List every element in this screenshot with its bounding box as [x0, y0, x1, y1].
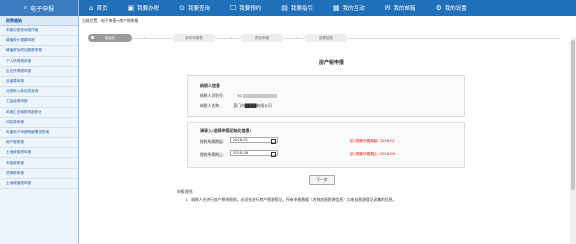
home-icon: ⌂	[89, 4, 94, 12]
sidebar-header: ⌕ 电子申报	[0, 0, 78, 16]
taxpayer-name-row: 纳税人名称: 厦门市████有限公司	[200, 103, 272, 109]
search-icon[interactable]: ⌕	[24, 4, 27, 12]
nav-item[interactable]: ✉ 我的邮箱	[375, 4, 426, 12]
start-period-value: 2018-01	[233, 138, 249, 142]
sidebar-item[interactable]: 房产税申报	[0, 138, 78, 149]
nav-item[interactable]: ▤ 我要指引	[271, 4, 323, 12]
top-nav: ⌂ 首页 ▣ 我要办税 ⊙ 我要查询 ☐ 我要预约 ▤ 我要指引 ▦ 我的互动 ✉ 我的邮箱 ⚙ 我的设置	[79, 0, 576, 16]
init-info-box: 请录入:选择申报初始化信息: 税款所属期起: 2018-01 如: 税款所属期起…	[187, 122, 465, 168]
query-icon: ⊙	[179, 4, 185, 12]
mail-icon: ✉	[384, 4, 391, 12]
form-title: 房产税申报	[319, 60, 345, 66]
appointment-icon: ☐	[230, 4, 237, 12]
sidebar-item[interactable]: 资源税申报	[0, 169, 78, 179]
sidebar-item[interactable]: 土地使用税申报	[0, 148, 78, 159]
sidebar-item[interactable]: 企业所得税申报	[0, 67, 78, 77]
end-period-label: 税款所属期止:	[200, 152, 225, 157]
step-preview: 预览申报	[240, 34, 284, 42]
interaction-icon: ▦	[332, 4, 340, 12]
taxpayer-info-box: 纳税人信息 纳税人识别号: 91 纳税人名称: 厦门市████有限公司	[187, 75, 465, 117]
guide-icon: ▤	[281, 4, 288, 12]
taxpayer-name-value: 厦门市████有限公司	[233, 103, 272, 108]
calendar-icon[interactable]	[271, 139, 276, 144]
step-arrow-icon: ›	[230, 35, 232, 41]
init-header: 请录入:选择申报初始化信息:	[200, 128, 252, 133]
taxpayer-id-label: 纳税人识别号:	[200, 93, 225, 98]
step-arrow-icon: ›	[144, 35, 146, 41]
taxpayer-id-value: 91	[237, 93, 243, 98]
redacted-block	[243, 94, 278, 98]
nav-label: 我要指引	[290, 6, 313, 12]
nav-label: 我要预约	[239, 6, 262, 12]
end-period-value: 2018-06	[233, 151, 249, 155]
sidebar-item[interactable]: 工会经费申报	[0, 97, 78, 108]
step-fill: 填写申报表	[172, 34, 216, 42]
nav-label: 我要办税	[137, 6, 160, 12]
notes-title: 申报说明:	[177, 189, 194, 194]
sidebar-item[interactable]: 年度汇总纳税申报统计	[0, 108, 78, 118]
scrollbar-thumb[interactable]	[571, 40, 575, 190]
calendar-icon[interactable]	[271, 152, 276, 157]
sidebar-item[interactable]: 分税种入库信息查询	[0, 87, 78, 98]
end-period-input[interactable]: 2018-06	[230, 150, 278, 157]
sidebar-item[interactable]: 年度电子申报明细情况查询	[0, 128, 78, 139]
sidebar-item[interactable]: 增值税及附加税费申报	[0, 46, 78, 57]
notes-line: 1、纳税人在进行房产税申报前，必须先进行房产税源登记。所有申报数据（名称房屋税源…	[185, 197, 397, 202]
sidebar-item[interactable]: 社保费申报	[0, 77, 78, 88]
sidebar-item[interactable]: 申报记录查询或作废	[0, 26, 78, 37]
taxpayer-name-label: 纳税人名称:	[200, 103, 221, 108]
nav-label: 首页	[96, 6, 108, 12]
nav-item[interactable]: ⊙ 我要查询	[169, 4, 220, 12]
tax-icon: ▣	[127, 4, 135, 12]
nav-item[interactable]: ⚙ 我的设置	[425, 4, 476, 12]
end-period-hint: 如: 税款所属期止: 2018-06	[350, 152, 395, 156]
nav-label: 我的设置	[444, 6, 467, 12]
next-step-button[interactable]: 下一步	[309, 175, 335, 185]
taxpayer-id-row: 纳税人识别号: 91	[200, 93, 278, 99]
sidebar-item[interactable]: 印花税申报	[0, 118, 78, 128]
nav-label: 我的互动	[342, 6, 365, 12]
nav-label: 我的邮箱	[393, 6, 416, 12]
start-period-input[interactable]: 2018-01	[230, 137, 278, 144]
sidebar: ⌕ 电子申报 税费缴纳 申报记录查询或作废 增值税小规模申报 增值税及附加税费申报个…	[0, 0, 79, 244]
step-progress: 初始化 › 填写申报表 › 预览申报 › 查看回执	[88, 34, 560, 42]
nav-item[interactable]: ▣ 我要办税	[117, 4, 169, 12]
sidebar-items: 申报记录查询或作废 增值税小规模申报 增值税及附加税费申报 个人所得税申报 企业所得税申…	[0, 26, 78, 189]
sidebar-item[interactable]: 车船税申报	[0, 158, 78, 169]
start-period-label: 税款所属期起:	[200, 139, 225, 144]
sidebar-item[interactable]: 土地增值税申报	[0, 179, 78, 189]
settings-icon: ⚙	[435, 4, 442, 12]
nav-item[interactable]: ⌂ 首页	[79, 4, 117, 12]
taxpayer-header: 纳税人信息	[200, 83, 220, 88]
sidebar-item[interactable]: 增值税小规模申报	[0, 36, 78, 47]
nav-label: 我要查询	[187, 6, 210, 12]
sidebar-section[interactable]: 税费缴纳	[0, 16, 78, 26]
nav-item[interactable]: ☐ 我要预约	[220, 4, 271, 12]
nav-item[interactable]: ▦ 我的互动	[323, 4, 375, 12]
breadcrumb: 当前位置：电子申报→房产税申报	[82, 18, 139, 23]
sidebar-item[interactable]: 个人所得税申报	[0, 57, 78, 67]
declaration-notes: 申报说明: 1、纳税人在进行房产税申报前，必须先进行房产税源登记。所有申报数据（…	[177, 188, 396, 204]
start-period-hint: 如: 税款所属期起: 2018-01	[350, 139, 395, 143]
step-arrow-icon: ›	[296, 35, 298, 41]
step-receipt: 查看回执	[304, 34, 348, 42]
step-init: 初始化	[88, 34, 132, 42]
sidebar-title: 电子申报	[30, 5, 55, 13]
